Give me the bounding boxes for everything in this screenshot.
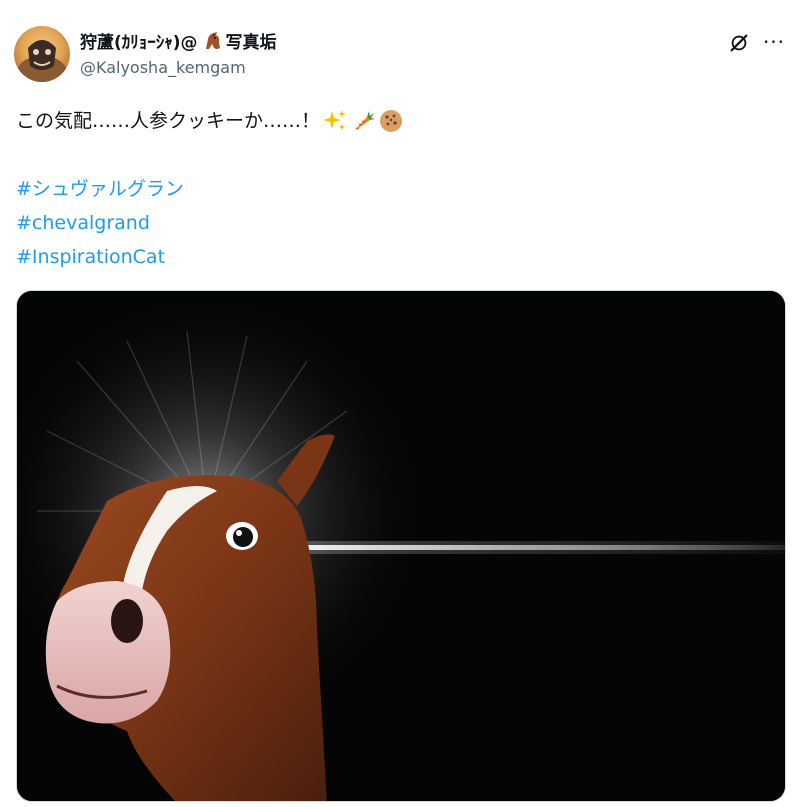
horse-face-icon bbox=[205, 31, 220, 49]
tweet-header: 狩蘆(ｶﾘｮｰｼｬ)@ 写真垢 @Kalyosha_kemgam ··· bbox=[14, 26, 786, 84]
avatar[interactable] bbox=[14, 26, 70, 82]
author-display-name[interactable]: 狩蘆(ｶﾘｮｰｼｬ)@ bbox=[80, 28, 198, 53]
horse-photo-illustration bbox=[17, 291, 785, 801]
grok-icon[interactable] bbox=[728, 32, 750, 54]
author-name-row[interactable]: 狩蘆(ｶﾘｮｰｼｬ)@ 写真垢 bbox=[80, 28, 277, 53]
hashtag-link[interactable]: #シュヴァルグラン bbox=[16, 172, 184, 206]
carrot-icon bbox=[354, 111, 376, 131]
hashtag-link[interactable]: #InspirationCat bbox=[16, 240, 184, 274]
tweet-body: この気配……人参クッキーか……！ bbox=[16, 104, 404, 138]
hashtag-list: #シュヴァルグラン #chevalgrand #InspirationCat bbox=[16, 172, 184, 274]
sparkles-icon bbox=[323, 110, 347, 130]
tweet-text: この気配……人参クッキーか……！ bbox=[16, 110, 321, 132]
hashtag-link[interactable]: #chevalgrand bbox=[16, 206, 184, 240]
tweet-photo[interactable] bbox=[16, 290, 786, 802]
more-icon[interactable]: ··· bbox=[762, 30, 786, 54]
author-handle[interactable]: @Kalyosha_kemgam bbox=[80, 58, 246, 77]
author-name-suffix[interactable]: 写真垢 bbox=[226, 28, 277, 53]
cookie-icon bbox=[380, 110, 403, 132]
